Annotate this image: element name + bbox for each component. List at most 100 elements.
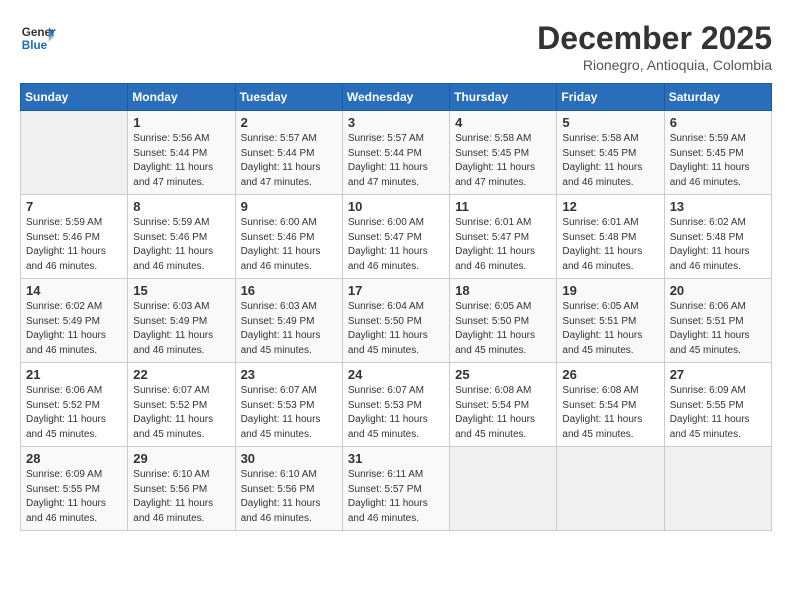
week-row-3: 14 Sunrise: 6:02 AM Sunset: 5:49 PM Dayli… [21,279,772,363]
logo: General Blue [20,20,56,56]
calendar-cell: 3 Sunrise: 5:57 AM Sunset: 5:44 PM Daylig… [342,111,449,195]
calendar-cell: 15 Sunrise: 6:03 AM Sunset: 5:49 PM Dayli… [128,279,235,363]
day-info: Sunrise: 6:11 AM Sunset: 5:57 PM Dayligh… [348,468,444,526]
calendar-cell [450,447,557,531]
calendar-cell: 31Sunrise: 6:11 AM Sunset: 5:57 PM Dayli… [342,447,449,531]
calendar-cell: 11Sunrise: 6:01 AM Sunset: 5:47 PM Dayli… [450,195,557,279]
weekday-header-thursday: Thursday [450,84,557,111]
calendar-cell: 4Sunrise: 5:58 AM Sunset: 5:45 PM Daylig… [450,111,557,195]
weekday-header-wednesday: Wednesday [342,84,449,111]
page-header: General Blue December 2025 Rionegro, Ant… [20,20,772,73]
day-number: 29 [133,451,229,466]
calendar-cell: 29 Sunrise: 6:10 AM Sunset: 5:56 PM Dayli… [128,447,235,531]
calendar-cell: 25Sunrise: 6:08 AM Sunset: 5:54 PM Dayli… [450,363,557,447]
week-row-4: 21 Sunrise: 6:06 AM Sunset: 5:52 PM Dayli… [21,363,772,447]
day-info: Sunrise: 6:07 AM Sunset: 5:53 PM Dayligh… [348,384,444,442]
calendar-cell: 12 Sunrise: 6:01 AM Sunset: 5:48 PM Dayli… [557,195,664,279]
day-info: Sunrise: 6:00 AM Sunset: 5:46 PM Dayligh… [241,216,337,274]
weekday-header-row: SundayMondayTuesdayWednesdayThursdayFrid… [21,84,772,111]
day-number: 30 [241,451,337,466]
weekday-header-saturday: Saturday [664,84,771,111]
calendar-cell [664,447,771,531]
day-number: 24 [348,367,444,382]
day-number: 26 [562,367,658,382]
day-info: Sunrise: 6:03 AM Sunset: 5:49 PM Dayligh… [133,300,229,358]
day-number: 3 [348,115,444,130]
calendar-cell: 2Sunrise: 5:57 AM Sunset: 5:44 PM Daylig… [235,111,342,195]
day-number: 19 [562,283,658,298]
day-info: Sunrise: 5:57 AM Sunset: 5:44 PM Dayligh… [241,132,337,190]
day-number: 20 [670,283,766,298]
calendar-cell [557,447,664,531]
calendar-cell: 28Sunrise: 6:09 AM Sunset: 5:55 PM Dayli… [21,447,128,531]
day-info: Sunrise: 6:03 AM Sunset: 5:49 PM Dayligh… [241,300,337,358]
day-number: 9 [241,199,337,214]
day-info: Sunrise: 6:06 AM Sunset: 5:51 PM Dayligh… [670,300,766,358]
day-number: 18 [455,283,551,298]
calendar-cell: 8 Sunrise: 5:59 AM Sunset: 5:46 PM Daylig… [128,195,235,279]
day-info: Sunrise: 6:01 AM Sunset: 5:48 PM Dayligh… [562,216,658,274]
page-subtitle: Rionegro, Antioquia, Colombia [537,57,772,73]
weekday-header-sunday: Sunday [21,84,128,111]
day-info: Sunrise: 5:58 AM Sunset: 5:45 PM Dayligh… [455,132,551,190]
calendar-cell: 21 Sunrise: 6:06 AM Sunset: 5:52 PM Dayli… [21,363,128,447]
day-info: Sunrise: 5:59 AM Sunset: 5:46 PM Dayligh… [26,216,122,274]
day-number: 21 [26,367,122,382]
day-info: Sunrise: 6:07 AM Sunset: 5:52 PM Dayligh… [133,384,229,442]
calendar-cell: 6Sunrise: 5:59 AM Sunset: 5:45 PM Daylig… [664,111,771,195]
day-info: Sunrise: 5:56 AM Sunset: 5:44 PM Dayligh… [133,132,229,190]
day-info: Sunrise: 6:10 AM Sunset: 5:56 PM Dayligh… [133,468,229,526]
day-number: 27 [670,367,766,382]
day-info: Sunrise: 6:01 AM Sunset: 5:47 PM Dayligh… [455,216,551,274]
day-info: Sunrise: 6:02 AM Sunset: 5:48 PM Dayligh… [670,216,766,274]
week-row-1: 1 Sunrise: 5:56 AM Sunset: 5:44 PM Daylig… [21,111,772,195]
calendar-cell: 7 Sunrise: 5:59 AM Sunset: 5:46 PM Daylig… [21,195,128,279]
day-number: 10 [348,199,444,214]
weekday-header-tuesday: Tuesday [235,84,342,111]
weekday-header-monday: Monday [128,84,235,111]
day-info: Sunrise: 6:09 AM Sunset: 5:55 PM Dayligh… [26,468,122,526]
calendar-cell: 13 Sunrise: 6:02 AM Sunset: 5:48 PM Dayli… [664,195,771,279]
calendar-cell: 30Sunrise: 6:10 AM Sunset: 5:56 PM Dayli… [235,447,342,531]
calendar-cell [21,111,128,195]
day-number: 14 [26,283,122,298]
day-number: 7 [26,199,122,214]
calendar-cell: 27 Sunrise: 6:09 AM Sunset: 5:55 PM Dayli… [664,363,771,447]
day-info: Sunrise: 5:58 AM Sunset: 5:45 PM Dayligh… [562,132,658,190]
day-number: 8 [133,199,229,214]
calendar-cell: 20 Sunrise: 6:06 AM Sunset: 5:51 PM Dayli… [664,279,771,363]
calendar-cell: 14 Sunrise: 6:02 AM Sunset: 5:49 PM Dayli… [21,279,128,363]
svg-text:Blue: Blue [22,39,48,52]
calendar-cell: 22 Sunrise: 6:07 AM Sunset: 5:52 PM Dayli… [128,363,235,447]
day-info: Sunrise: 6:00 AM Sunset: 5:47 PM Dayligh… [348,216,444,274]
day-info: Sunrise: 6:09 AM Sunset: 5:55 PM Dayligh… [670,384,766,442]
day-number: 6 [670,115,766,130]
week-row-2: 7 Sunrise: 5:59 AM Sunset: 5:46 PM Daylig… [21,195,772,279]
day-info: Sunrise: 5:57 AM Sunset: 5:44 PM Dayligh… [348,132,444,190]
day-number: 16 [241,283,337,298]
calendar-cell: 26 Sunrise: 6:08 AM Sunset: 5:54 PM Dayli… [557,363,664,447]
page-title: December 2025 [537,20,772,57]
day-number: 13 [670,199,766,214]
calendar-cell: 23 Sunrise: 6:07 AM Sunset: 5:53 PM Dayli… [235,363,342,447]
day-number: 15 [133,283,229,298]
day-number: 22 [133,367,229,382]
day-info: Sunrise: 6:06 AM Sunset: 5:52 PM Dayligh… [26,384,122,442]
calendar-table: SundayMondayTuesdayWednesdayThursdayFrid… [20,83,772,531]
day-info: Sunrise: 6:04 AM Sunset: 5:50 PM Dayligh… [348,300,444,358]
day-number: 12 [562,199,658,214]
calendar-cell: 19Sunrise: 6:05 AM Sunset: 5:51 PM Dayli… [557,279,664,363]
day-number: 1 [133,115,229,130]
calendar-cell: 5Sunrise: 5:58 AM Sunset: 5:45 PM Daylig… [557,111,664,195]
day-info: Sunrise: 6:02 AM Sunset: 5:49 PM Dayligh… [26,300,122,358]
day-number: 23 [241,367,337,382]
calendar-cell: 17Sunrise: 6:04 AM Sunset: 5:50 PM Dayli… [342,279,449,363]
title-area: December 2025 Rionegro, Antioquia, Colom… [537,20,772,73]
calendar-cell: 1 Sunrise: 5:56 AM Sunset: 5:44 PM Daylig… [128,111,235,195]
logo-icon: General Blue [20,20,56,56]
day-info: Sunrise: 6:07 AM Sunset: 5:53 PM Dayligh… [241,384,337,442]
day-info: Sunrise: 5:59 AM Sunset: 5:46 PM Dayligh… [133,216,229,274]
calendar-cell: 10 Sunrise: 6:00 AM Sunset: 5:47 PM Dayli… [342,195,449,279]
day-info: Sunrise: 6:08 AM Sunset: 5:54 PM Dayligh… [562,384,658,442]
weekday-header-friday: Friday [557,84,664,111]
